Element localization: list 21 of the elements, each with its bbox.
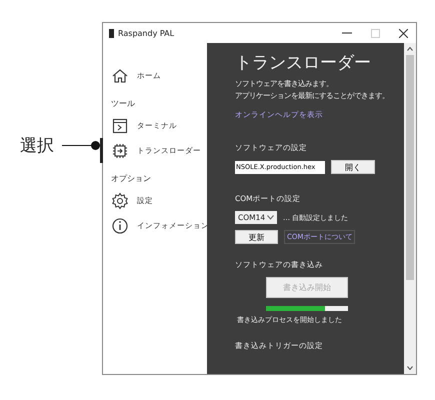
caret-icon	[267, 215, 274, 220]
section-header: オプション	[110, 173, 152, 184]
page-title: トランスローダー	[235, 52, 372, 74]
app-icon	[109, 28, 114, 38]
leader-line	[62, 140, 100, 150]
open-button[interactable]: 開く	[331, 160, 375, 174]
scroll-down-icon[interactable]	[407, 366, 413, 370]
callout-label: 選択	[20, 134, 55, 156]
terminal-icon	[111, 116, 129, 134]
close-icon[interactable]	[399, 28, 408, 38]
window-title: Raspandy PAL	[118, 28, 176, 38]
scrollbar-thumb[interactable]	[406, 55, 414, 280]
section-header: ツール	[110, 98, 136, 109]
scrollbar[interactable]	[404, 43, 416, 374]
refresh-button[interactable]: 更新	[235, 230, 278, 244]
info-icon	[111, 216, 129, 234]
chip-icon	[111, 142, 129, 160]
settings-icon	[111, 192, 129, 210]
start-button: 書き込み開始	[266, 277, 348, 298]
home-icon	[111, 66, 129, 84]
scroll-up-icon[interactable]	[407, 47, 413, 51]
